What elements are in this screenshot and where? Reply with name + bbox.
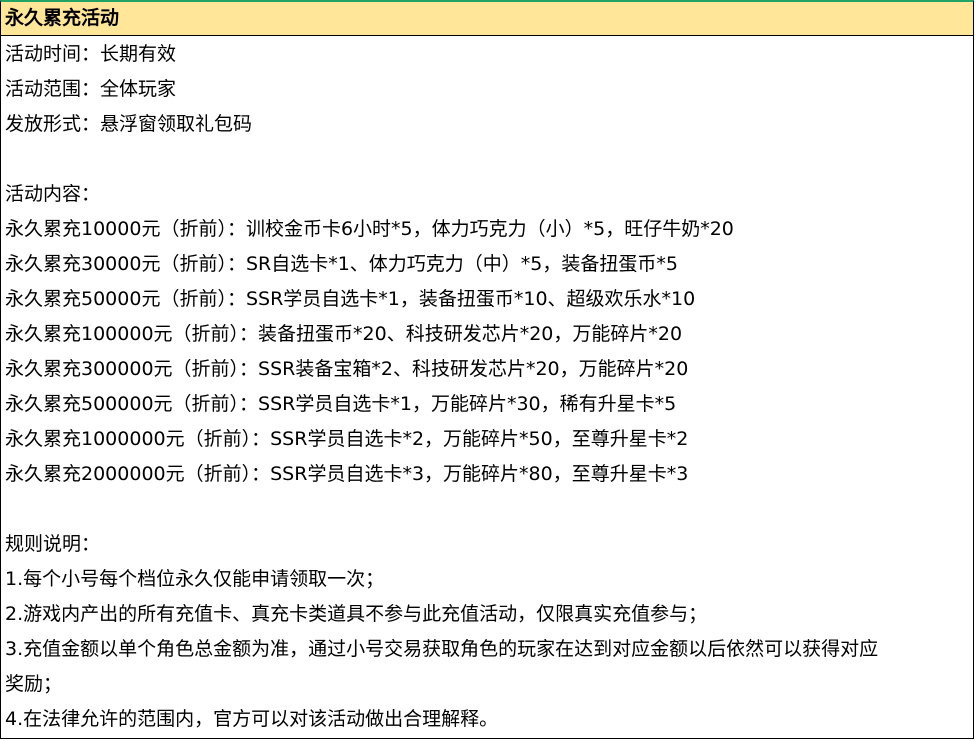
tier-line-2: 永久累充30000元（折前）：SR自选卡*1、体力巧克力（中）*5，装备扭蛋币*…: [5, 253, 678, 275]
event-title-cell[interactable]: 永久累充活动: [1, 2, 973, 36]
tier-line-7: 永久累充1000000元（折前）：SSR学员自选卡*2，万能碎片*50，至尊升星…: [5, 428, 689, 450]
info-scope-line: 活动范围：全体玩家: [5, 78, 177, 100]
tier-line-1: 永久累充10000元（折前）：训校金币卡6小时*5，体力巧克力（小）*5，旺仔牛…: [5, 218, 734, 240]
tier-line-8: 永久累充2000000元（折前）：SSR学员自选卡*3，万能碎片*80，至尊升星…: [5, 463, 689, 485]
rule-line-4: 4.在法律允许的范围内，官方可以对该活动做出合理解释。: [5, 708, 499, 730]
tier-line-6: 永久累充500000元（折前）：SSR学员自选卡*1，万能碎片*30，稀有升星卡…: [5, 393, 677, 415]
info-delivery-line: 发放形式：悬浮窗领取礼包码: [5, 113, 253, 135]
event-details-cell[interactable]: 活动时间：长期有效 活动范围：全体玩家 发放形式：悬浮窗领取礼包码 活动内容： …: [1, 36, 973, 737]
rule-line-3: 3.充值金额以单个角色总金额为准，通过小号交易获取角色的玩家在达到对应金额以后依…: [5, 638, 879, 660]
tier-line-3: 永久累充50000元（折前）：SSR学员自选卡*1，装备扭蛋币*10、超级欢乐水…: [5, 288, 696, 310]
spreadsheet-cell-block: 永久累充活动 活动时间：长期有效 活动范围：全体玩家 发放形式：悬浮窗领取礼包码…: [0, 0, 974, 739]
rule-line-3-continued: 奖励；: [5, 673, 63, 695]
rules-heading: 规则说明：: [5, 533, 101, 555]
tier-line-4: 永久累充100000元（折前）：装备扭蛋币*20、科技研发芯片*20，万能碎片*…: [5, 323, 683, 345]
rule-line-1: 1.每个小号每个档位永久仅能申请领取一次；: [5, 568, 385, 590]
rule-line-2: 2.游戏内产出的所有充值卡、真充卡类道具不参与此充值活动，仅限真实充值参与；: [5, 603, 708, 625]
content-heading: 活动内容：: [5, 183, 101, 205]
tier-line-5: 永久累充300000元（折前）：SSR装备宝箱*2、科技研发芯片*20，万能碎片…: [5, 358, 689, 380]
info-time-line: 活动时间：长期有效: [5, 43, 177, 65]
